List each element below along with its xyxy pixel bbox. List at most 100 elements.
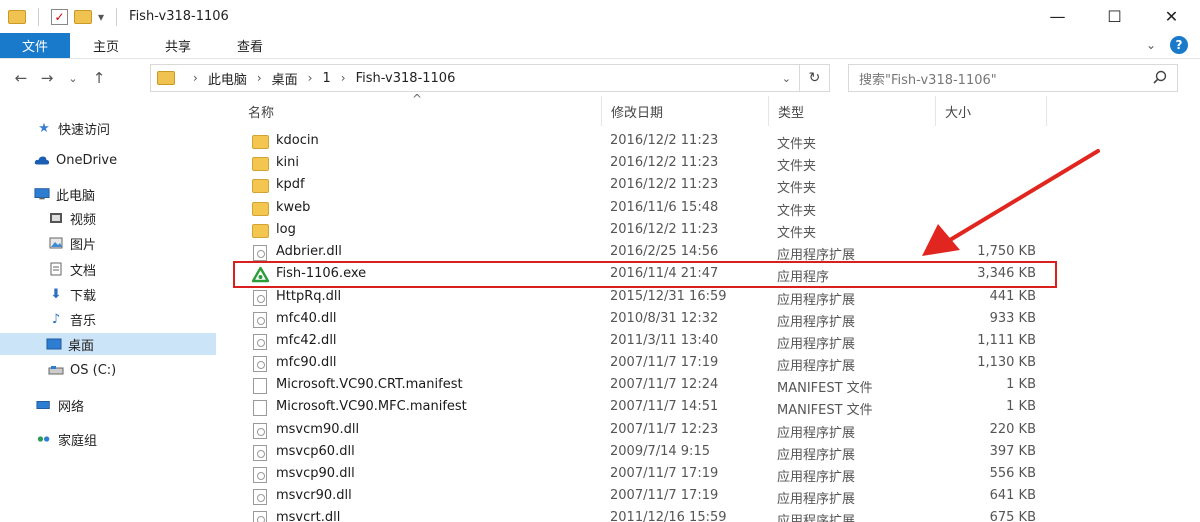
sidebar-item-desktop[interactable]: 桌面 xyxy=(0,333,216,355)
document-icon xyxy=(48,262,64,276)
sidebar-item-videos[interactable]: 视频 xyxy=(48,207,96,229)
chevron-right-icon[interactable]: › xyxy=(193,71,198,85)
file-row-mfc-manifest[interactable]: Microsoft.VC90.MFC.manifest 2007/11/7 14… xyxy=(246,397,1046,419)
sort-ascending-icon: ^ xyxy=(412,92,423,106)
dll-file-icon xyxy=(253,334,267,350)
properties-icon[interactable]: ✓ xyxy=(51,8,68,25)
column-header-date[interactable]: 修改日期 xyxy=(611,96,663,126)
sidebar-item-this-pc[interactable]: 此电脑 xyxy=(34,183,95,205)
chevron-down-icon[interactable]: ⌄ xyxy=(782,72,791,85)
file-date: 2007/11/7 17:19 xyxy=(610,488,719,503)
column-divider[interactable] xyxy=(1046,96,1047,126)
dll-file-icon xyxy=(253,245,267,261)
file-row-mfc90[interactable]: mfc90.dll 2007/11/7 17:19 应用程序扩展 1,130 K… xyxy=(246,353,1046,375)
file-name: HttpRq.dll xyxy=(276,289,342,304)
sidebar-item-music[interactable]: ♪ 音乐 xyxy=(48,308,96,330)
file-type: 文件夹 xyxy=(777,204,817,219)
file-name: log xyxy=(276,222,296,237)
address-bar[interactable]: › 此电脑 › 桌面 › 1 › Fish-v318-1106 ⌄ ↻ xyxy=(150,64,830,92)
ribbon-tabs: 文件 主页 共享 查看 ⌄ ? xyxy=(0,33,1200,59)
file-row-crt-manifest[interactable]: Microsoft.VC90.CRT.manifest 2007/11/7 12… xyxy=(246,375,1046,397)
file-size: 933 KB xyxy=(989,311,1036,326)
up-arrow-icon[interactable]: ↑ xyxy=(86,69,112,87)
drive-icon xyxy=(48,363,64,377)
folder-icon xyxy=(252,157,269,171)
homegroup-icon xyxy=(36,432,52,446)
tab-home[interactable]: 主页 xyxy=(70,33,142,58)
breadcrumb-this-pc[interactable]: 此电脑 xyxy=(208,69,247,88)
file-type: 应用程序扩展 xyxy=(777,492,856,507)
breadcrumb-desktop[interactable]: 桌面 xyxy=(272,69,298,88)
sidebar-item-quick-access[interactable]: ★ 快速访问 xyxy=(36,117,110,139)
sidebar-item-documents[interactable]: 文档 xyxy=(48,258,96,280)
file-size: 675 KB xyxy=(989,510,1036,522)
file-row-msvcm90[interactable]: msvcm90.dll 2007/11/7 12:23 应用程序扩展 220 K… xyxy=(246,420,1046,442)
dll-file-icon xyxy=(253,423,267,439)
expand-ribbon-icon[interactable]: ⌄ xyxy=(1146,38,1156,52)
back-arrow-icon[interactable]: ← xyxy=(8,69,34,87)
sidebar-item-os-drive[interactable]: OS (C:) xyxy=(48,359,116,381)
file-row-kini[interactable]: kini 2016/12/2 11:23 文件夹 xyxy=(246,153,1046,175)
customize-toolbar-icon[interactable]: ▾ xyxy=(98,10,104,24)
file-date: 2009/7/14 9:15 xyxy=(610,444,710,459)
file-date: 2007/11/7 12:23 xyxy=(610,422,719,437)
file-name: kdocin xyxy=(276,133,319,148)
chevron-right-icon[interactable]: › xyxy=(257,71,262,85)
file-row-kdocin[interactable]: kdocin 2016/12/2 11:23 文件夹 xyxy=(246,131,1046,153)
recent-locations-icon[interactable]: ⌄ xyxy=(60,72,86,85)
music-icon: ♪ xyxy=(51,311,61,327)
tab-share[interactable]: 共享 xyxy=(142,33,214,58)
file-name: mfc42.dll xyxy=(276,333,337,348)
sidebar-item-downloads[interactable]: ⬇ 下载 xyxy=(48,283,96,305)
maximize-button[interactable]: ☐ xyxy=(1086,0,1143,33)
file-type: 应用程序扩展 xyxy=(777,337,856,352)
network-icon xyxy=(36,398,52,412)
sidebar-item-label: OneDrive xyxy=(56,152,118,168)
breadcrumb-current-folder[interactable]: Fish-v318-1106 xyxy=(356,71,456,86)
file-row-kweb[interactable]: kweb 2016/11/6 15:48 文件夹 xyxy=(246,198,1046,220)
sidebar-item-label: 音乐 xyxy=(70,313,97,329)
file-row-kpdf[interactable]: kpdf 2016/12/2 11:23 文件夹 xyxy=(246,175,1046,197)
file-date: 2016/11/6 15:48 xyxy=(610,200,719,215)
file-type: 文件夹 xyxy=(777,137,817,152)
breadcrumb-folder-1[interactable]: 1 xyxy=(322,71,330,86)
tab-file[interactable]: 文件 xyxy=(0,33,71,58)
file-row-mfc40[interactable]: mfc40.dll 2010/8/31 12:32 应用程序扩展 933 KB xyxy=(246,309,1046,331)
file-row-mfc42[interactable]: mfc42.dll 2011/3/11 13:40 应用程序扩展 1,111 K… xyxy=(246,331,1046,353)
sidebar-item-homegroup[interactable]: 家庭组 xyxy=(36,428,97,450)
sidebar-item-onedrive[interactable]: OneDrive xyxy=(34,149,117,171)
search-input[interactable]: 搜索"Fish-v318-1106" xyxy=(848,64,1178,92)
window-title: Fish-v318-1106 xyxy=(129,9,229,24)
file-date: 2016/12/2 11:23 xyxy=(610,177,719,192)
file-name: Microsoft.VC90.CRT.manifest xyxy=(276,377,463,392)
sidebar-item-label: OS (C:) xyxy=(70,362,117,378)
sidebar-item-pictures[interactable]: 图片 xyxy=(48,232,96,254)
file-row-log[interactable]: log 2016/12/2 11:23 文件夹 xyxy=(246,220,1046,242)
file-row-msvcr90[interactable]: msvcr90.dll 2007/11/7 17:19 应用程序扩展 641 K… xyxy=(246,486,1046,508)
new-folder-icon[interactable] xyxy=(74,9,92,24)
help-icon[interactable]: ? xyxy=(1170,36,1188,54)
column-header-type[interactable]: 类型 xyxy=(778,96,804,126)
file-name: Adbrier.dll xyxy=(276,244,342,259)
file-row-msvcp90[interactable]: msvcp90.dll 2007/11/7 17:19 应用程序扩展 556 K… xyxy=(246,464,1046,486)
file-row-msvcrt[interactable]: msvcrt.dll 2011/12/16 15:59 应用程序扩展 675 K… xyxy=(246,508,1046,522)
sidebar-item-network[interactable]: 网络 xyxy=(36,394,84,416)
folder-icon xyxy=(252,202,269,216)
column-divider[interactable] xyxy=(601,96,602,126)
column-header-size[interactable]: 大小 xyxy=(945,96,971,126)
file-row-httprq[interactable]: HttpRq.dll 2015/12/31 16:59 应用程序扩展 441 K… xyxy=(246,287,1046,309)
tab-view[interactable]: 查看 xyxy=(214,33,286,58)
column-header-name[interactable]: 名称 xyxy=(248,96,274,126)
file-type: 应用程序扩展 xyxy=(777,359,856,374)
minimize-button[interactable]: — xyxy=(1029,0,1086,33)
chevron-right-icon[interactable]: › xyxy=(308,71,313,85)
file-name: Microsoft.VC90.MFC.manifest xyxy=(276,399,467,414)
highlight-box xyxy=(233,261,1057,288)
forward-arrow-icon[interactable]: → xyxy=(34,69,60,87)
chevron-right-icon[interactable]: › xyxy=(341,71,346,85)
close-button[interactable]: ✕ xyxy=(1143,0,1200,33)
column-divider[interactable] xyxy=(768,96,769,126)
refresh-icon[interactable]: ↻ xyxy=(799,65,829,91)
column-divider[interactable] xyxy=(935,96,936,126)
file-row-msvcp60[interactable]: msvcp60.dll 2009/7/14 9:15 应用程序扩展 397 KB xyxy=(246,442,1046,464)
